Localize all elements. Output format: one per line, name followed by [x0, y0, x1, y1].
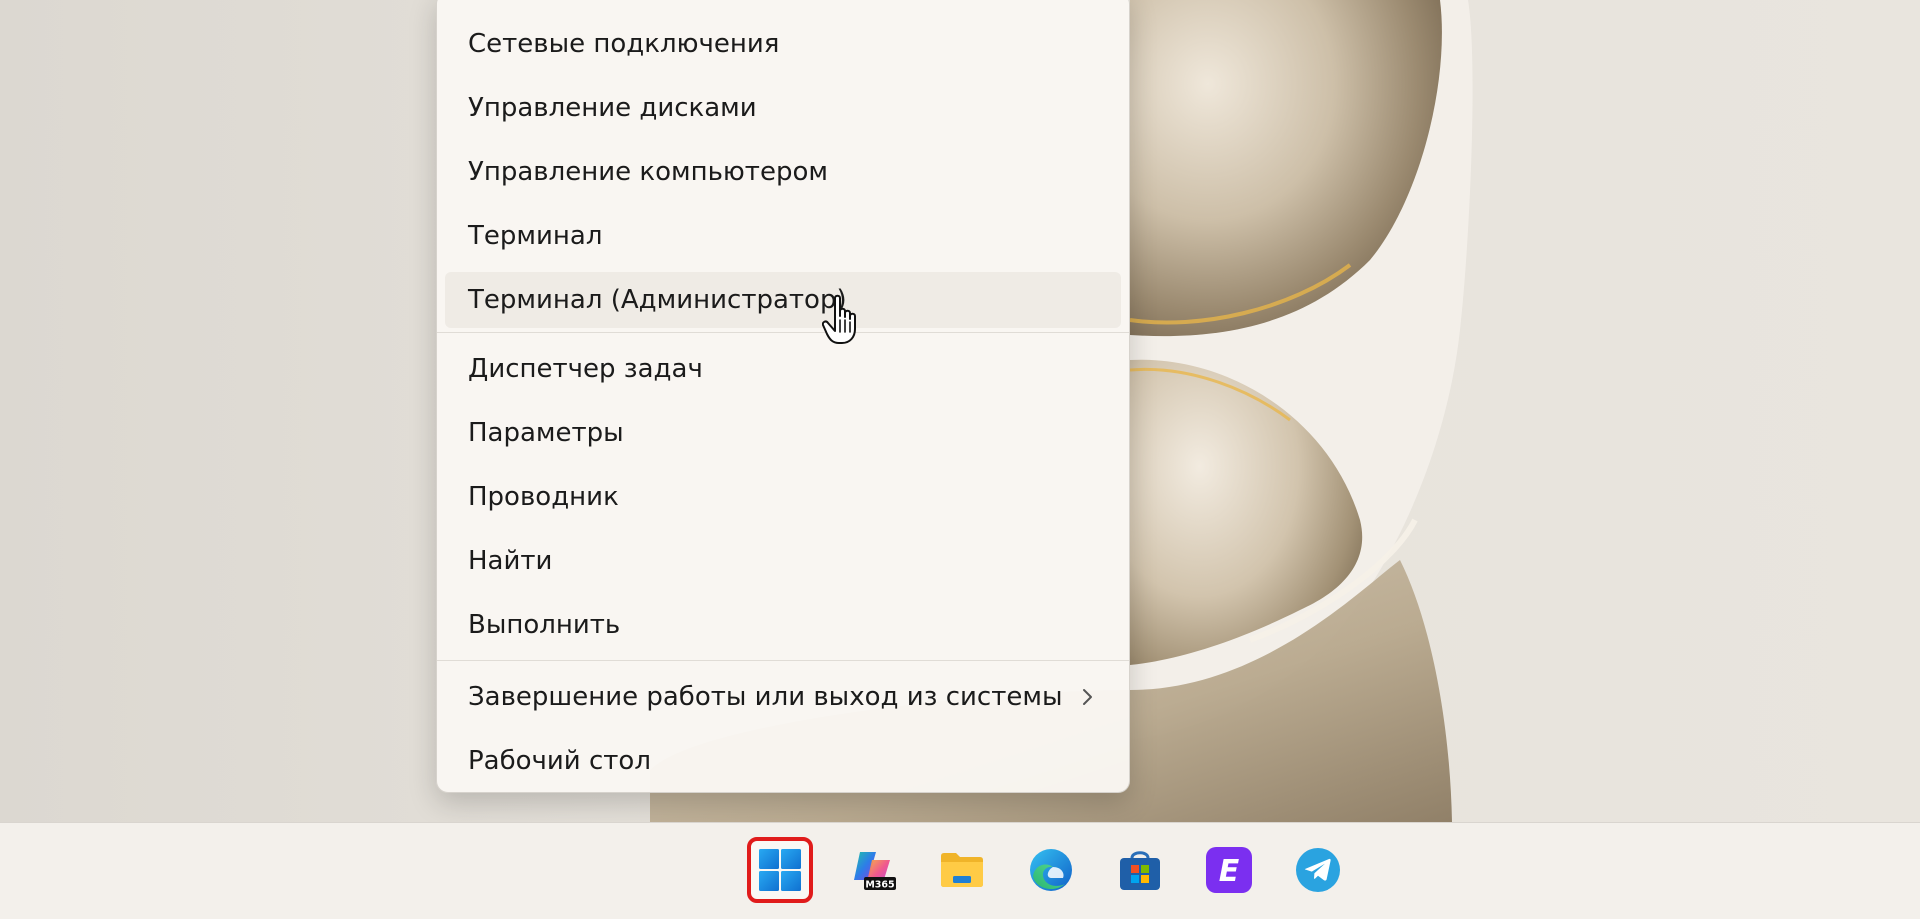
menu-item-search[interactable]: Найти — [445, 533, 1121, 589]
menu-item-settings[interactable]: Параметры — [445, 405, 1121, 461]
microsoft-store-icon — [1120, 851, 1160, 890]
menu-item-label: Управление компьютером — [468, 157, 828, 187]
edge-button[interactable] — [1018, 837, 1084, 903]
edge-icon — [1030, 849, 1072, 891]
menu-separator — [437, 660, 1129, 661]
telegram-button[interactable] — [1285, 837, 1351, 903]
menu-item-label: Параметры — [468, 418, 624, 448]
menu-item-label: Управление дисками — [468, 93, 757, 123]
menu-item-label: Проводник — [468, 482, 619, 512]
e-app-button[interactable]: E — [1196, 837, 1262, 903]
menu-item-label: Терминал — [468, 221, 603, 251]
menu-item-computer-management[interactable]: Управление компьютером — [445, 144, 1121, 200]
menu-separator — [437, 332, 1129, 333]
copilot-m365-button[interactable]: M365 — [841, 837, 907, 903]
menu-item-label: Сетевые подключения — [468, 29, 780, 59]
menu-item-desktop[interactable]: Рабочий стол — [445, 733, 1121, 789]
start-button[interactable] — [747, 837, 813, 903]
start-icon — [759, 849, 801, 891]
menu-item-label: Найти — [468, 546, 553, 576]
menu-item-label: Рабочий стол — [468, 746, 651, 776]
e-app-letter: E — [1219, 854, 1240, 889]
menu-item-terminal[interactable]: Терминал — [445, 208, 1121, 264]
file-explorer-icon — [941, 853, 983, 887]
menu-item-network-connections[interactable]: Сетевые подключения — [445, 16, 1121, 72]
file-explorer-button[interactable] — [929, 837, 995, 903]
menu-item-label: Диспетчер задач — [468, 354, 703, 384]
menu-item-run[interactable]: Выполнить — [445, 597, 1121, 653]
menu-item-shutdown-signout[interactable]: Завершение работы или выход из системы — [445, 669, 1121, 725]
m365-badge: M365 — [865, 880, 894, 891]
taskbar: M365 E — [0, 822, 1920, 919]
e-app-icon: E — [1206, 847, 1252, 893]
winx-context-menu: Сетевые подключения Управление дисками У… — [436, 0, 1130, 793]
menu-item-file-explorer[interactable]: Проводник — [445, 469, 1121, 525]
chevron-right-icon — [1083, 689, 1092, 705]
telegram-icon — [1296, 848, 1340, 892]
menu-item-terminal-admin[interactable]: Терминал (Администратор) — [445, 272, 1121, 328]
menu-item-task-manager[interactable]: Диспетчер задач — [445, 341, 1121, 397]
menu-item-disk-management[interactable]: Управление дисками — [445, 80, 1121, 136]
menu-item-label: Терминал (Администратор) — [468, 285, 847, 315]
menu-item-label: Выполнить — [468, 610, 621, 640]
menu-item-label: Завершение работы или выход из системы — [468, 682, 1063, 712]
copilot-m365-icon: M365 — [854, 852, 896, 891]
microsoft-store-button[interactable] — [1107, 837, 1173, 903]
